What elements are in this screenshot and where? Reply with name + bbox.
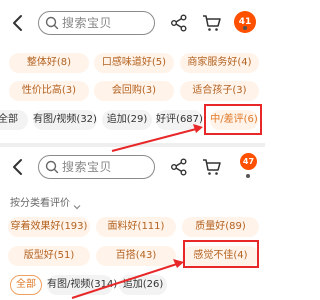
bottom-header: 搜索宝贝 47: [0, 147, 265, 189]
top-header: 搜索宝贝 41: [0, 0, 265, 46]
section-title: 按分类看评价: [10, 198, 70, 209]
review-tag[interactable]: 会回购(3): [94, 81, 174, 101]
filter-tab-followup[interactable]: 追加(29): [102, 110, 152, 130]
filter-tab-all[interactable]: 全部: [10, 275, 42, 295]
cart-icon[interactable]: [201, 13, 223, 33]
filter-tab-media[interactable]: 有图/视频(32): [33, 110, 97, 130]
search-input[interactable]: 搜索宝贝: [38, 155, 155, 179]
search-placeholder: 搜索宝贝: [62, 160, 113, 174]
back-arrow-icon[interactable]: [7, 12, 29, 34]
filter-tab-followup[interactable]: 追加(26): [119, 275, 167, 295]
review-panel-bottom: 搜索宝贝 47 按分类看评价 穿着效果好(193) 面料好(111) 质量好(8…: [0, 147, 265, 300]
search-input[interactable]: 搜索宝贝: [38, 11, 155, 35]
review-tag[interactable]: 穿着效果好(193): [8, 217, 90, 237]
filter-tab-positive[interactable]: 好评(687): [156, 110, 203, 130]
review-tag[interactable]: 口感味道好(5): [94, 53, 174, 73]
review-tag[interactable]: 性价比高(3): [9, 81, 89, 101]
chevron-down-icon[interactable]: [73, 196, 81, 210]
review-tag[interactable]: 版型好(51): [8, 246, 90, 266]
filter-tab-all[interactable]: 全部: [0, 110, 28, 130]
search-icon: [45, 160, 59, 174]
highlight-box: [183, 240, 259, 268]
review-tag[interactable]: 质量好(89): [182, 217, 259, 237]
review-tag[interactable]: 百搭(43): [96, 246, 176, 266]
review-tag[interactable]: 商家服务好(4): [180, 53, 259, 73]
review-panel-top: 搜索宝贝 41 整体好(8) 口感味道好(5) 商家服务好(4) 性价比高(3)…: [0, 0, 265, 143]
review-tag[interactable]: 适合孩子(3): [180, 81, 259, 101]
more-dot-icon[interactable]: [246, 174, 250, 178]
search-placeholder: 搜索宝贝: [62, 16, 113, 30]
cart-icon[interactable]: [201, 157, 223, 177]
more-dot-icon[interactable]: [243, 26, 247, 30]
share-icon[interactable]: [169, 13, 189, 33]
search-icon: [45, 16, 59, 30]
share-icon[interactable]: [169, 157, 189, 177]
review-tag[interactable]: 整体好(8): [9, 53, 89, 73]
filter-tab-media[interactable]: 有图/视频(314): [47, 275, 117, 295]
highlight-box: [204, 104, 262, 135]
review-tag[interactable]: 面料好(111): [96, 217, 176, 237]
back-arrow-icon[interactable]: [7, 156, 29, 178]
message-count-badge[interactable]: 47: [240, 153, 257, 170]
